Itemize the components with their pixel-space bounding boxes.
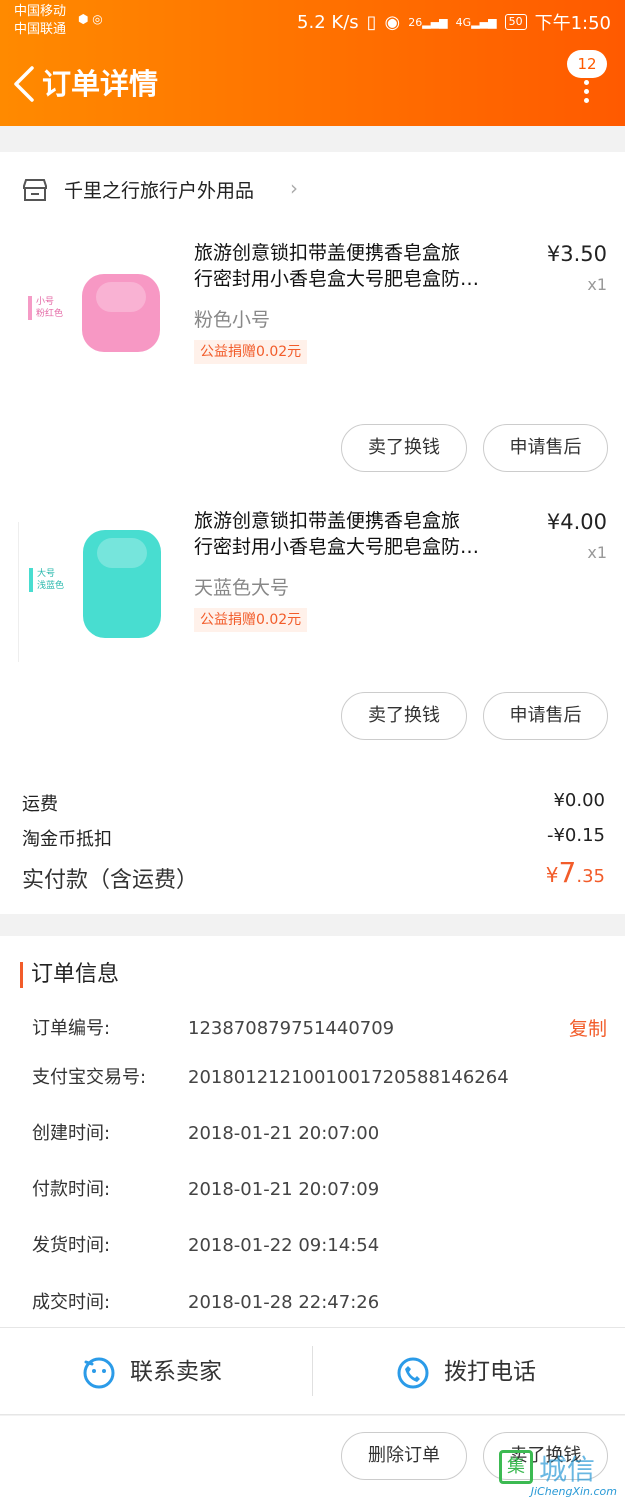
shop-name: 千里之行旅行户外用品 — [64, 180, 255, 202]
watermark-url: JiChengXin.com — [530, 1485, 617, 1498]
shipping-fee-label: 运费 — [22, 794, 58, 815]
charity-badge: 公益捐赠0.02元 — [194, 340, 308, 364]
signal-1-label: 26 — [408, 15, 423, 29]
signal-2-label: 4G — [455, 15, 472, 29]
info-label: 成交时间: — [32, 1292, 111, 1313]
total-paid-row: 实付款（含运费） ¥7.35 — [22, 856, 605, 894]
thumb-tag-color: 浅蓝色 — [37, 581, 65, 591]
info-value: 2018012121001001720588146264 — [188, 1067, 509, 1088]
info-label: 支付宝交易号: — [32, 1067, 147, 1088]
status-right: 5.2 K/s ▯ ◉ 26▂▄▆ 4G▂▄▆ 50 下午1:50 — [297, 9, 611, 35]
product-title[interactable]: 旅游创意锁扣带盖便携香皂盒旅 行密封用小香皂盒大号肥皂盒防… — [194, 508, 534, 560]
info-label: 付款时间: — [32, 1179, 111, 1200]
battery-icon: 50 — [504, 14, 527, 30]
info-value: 2018-01-28 22:47:26 — [188, 1292, 380, 1313]
product-title-line-1: 旅游创意锁扣带盖便携香皂盒旅 — [194, 510, 461, 532]
shipping-fee-value: ¥0.00 — [553, 790, 605, 811]
order-info-heading: 订单信息 — [20, 962, 119, 988]
sell-button[interactable]: 卖了换钱 — [341, 692, 467, 740]
signal-icon-2: 4G▂▄▆ — [455, 15, 497, 29]
signal-icon-1: 26▂▄▆ — [408, 15, 448, 29]
carrier-2: 中国联通 — [14, 22, 67, 37]
vibrate-icon: ▯ — [366, 11, 377, 33]
total-paid-label: 实付款（含运费） — [22, 868, 199, 893]
product-thumbnail[interactable]: 小号 粉红色 — [18, 254, 178, 394]
copy-button[interactable]: 复制 — [569, 1016, 607, 1042]
info-label: 发货时间: — [32, 1235, 111, 1256]
watermark-logo: 集 — [499, 1450, 533, 1484]
currency-symbol: ¥ — [545, 863, 559, 887]
order-item: 小号 粉红色 旅游创意锁扣带盖便携香皂盒旅 行密封用小香皂盒大号肥皂盒防… ¥3… — [0, 240, 625, 508]
contact-bar: 联系卖家 拨打电话 — [0, 1327, 625, 1415]
back-arrow-icon[interactable] — [10, 64, 40, 104]
product-sku: 粉色小号 — [194, 309, 271, 331]
info-value: 2018-01-22 09:14:54 — [188, 1235, 380, 1256]
info-label: 订单编号: — [32, 1018, 111, 1039]
product-quantity: x1 — [587, 543, 607, 562]
call-phone-label: 拨打电话 — [444, 1359, 536, 1385]
info-value: 2018-01-21 20:07:09 — [188, 1179, 380, 1200]
status-bar: 中国移动 中国联通 ⬢ ◎ 5.2 K/s ▯ ◉ 26▂▄▆ 4G▂▄▆ 50… — [0, 0, 625, 44]
contact-seller-button[interactable]: 联系卖家 — [82, 1328, 222, 1416]
call-phone-button[interactable]: 拨打电话 — [396, 1328, 536, 1416]
clock: 下午1:50 — [534, 13, 611, 34]
product-title-line-2: 行密封用小香皂盒大号肥皂盒防… — [194, 536, 480, 558]
order-item: 大号 浅蓝色 旅游创意锁扣带盖便携香皂盒旅 行密封用小香皂盒大号肥皂盒防… ¥4… — [0, 508, 625, 776]
coin-discount-row: 淘金币抵扣 -¥0.15 — [22, 825, 605, 851]
contact-seller-label: 联系卖家 — [130, 1359, 222, 1385]
divider — [312, 1346, 313, 1396]
thumb-size-tag: 小号 粉红色 — [28, 296, 63, 320]
total-paid-value: ¥7.35 — [546, 856, 605, 889]
nav-bar: 订单详情 12 — [0, 44, 625, 126]
pink-soap-box-image — [82, 274, 160, 352]
notification-icons: ⬢ ◎ — [78, 12, 103, 26]
product-title[interactable]: 旅游创意锁扣带盖便携香皂盒旅 行密封用小香皂盒大号肥皂盒防… — [194, 240, 534, 292]
sell-button[interactable]: 卖了换钱 — [341, 424, 467, 472]
info-label: 创建时间: — [32, 1123, 111, 1144]
chat-bubble-icon — [83, 1357, 115, 1388]
product-quantity: x1 — [587, 275, 607, 294]
charity-badge: 公益捐赠0.02元 — [194, 608, 308, 632]
coin-discount-label: 淘金币抵扣 — [22, 829, 112, 850]
after-sale-button[interactable]: 申请售后 — [483, 424, 608, 472]
product-price: ¥4.00 — [546, 510, 607, 534]
product-title-line-1: 旅游创意锁扣带盖便携香皂盒旅 — [194, 242, 461, 264]
carrier-labels: 中国移动 中国联通 — [14, 3, 66, 39]
product-sku: 天蓝色大号 — [194, 577, 290, 599]
more-menu-button[interactable]: 12 — [563, 50, 607, 103]
shop-row[interactable]: 千里之行旅行户外用品 › — [0, 152, 625, 230]
shipping-fee-row: 运费 ¥0.00 — [22, 790, 605, 816]
thumb-tag-size: 大号 — [37, 569, 56, 579]
product-thumbnail[interactable]: 大号 浅蓝色 — [18, 522, 178, 662]
carrier-1: 中国移动 — [14, 4, 67, 19]
chevron-right-icon: › — [290, 176, 298, 200]
eye-icon: ◉ — [384, 11, 401, 33]
after-sale-button[interactable]: 申请售后 — [483, 692, 608, 740]
info-value: 123870879751440709 — [188, 1018, 395, 1039]
thumb-tag-color: 粉红色 — [36, 309, 64, 319]
info-value: 2018-01-21 20:07:00 — [188, 1123, 380, 1144]
blue-soap-box-image — [83, 530, 161, 638]
page-title: 订单详情 — [42, 67, 159, 101]
product-price: ¥3.50 — [546, 242, 607, 266]
site-watermark: 集 城信 JiChengXin.com — [499, 1448, 617, 1498]
network-speed: 5.2 K/s — [297, 11, 359, 33]
shop-icon — [23, 179, 47, 201]
watermark-cn: 城信 — [539, 1453, 596, 1486]
delete-order-button[interactable]: 删除订单 — [341, 1432, 467, 1480]
total-decimal: .35 — [576, 866, 605, 887]
coin-discount-value: -¥0.15 — [546, 825, 605, 846]
product-title-line-2: 行密封用小香皂盒大号肥皂盒防… — [194, 268, 480, 290]
phone-icon — [397, 1357, 429, 1388]
total-integer: 7 — [558, 856, 577, 889]
thumb-size-tag: 大号 浅蓝色 — [29, 568, 64, 592]
thumb-tag-size: 小号 — [36, 297, 55, 307]
message-count-badge: 12 — [567, 50, 607, 78]
more-dots-icon — [584, 80, 589, 107]
